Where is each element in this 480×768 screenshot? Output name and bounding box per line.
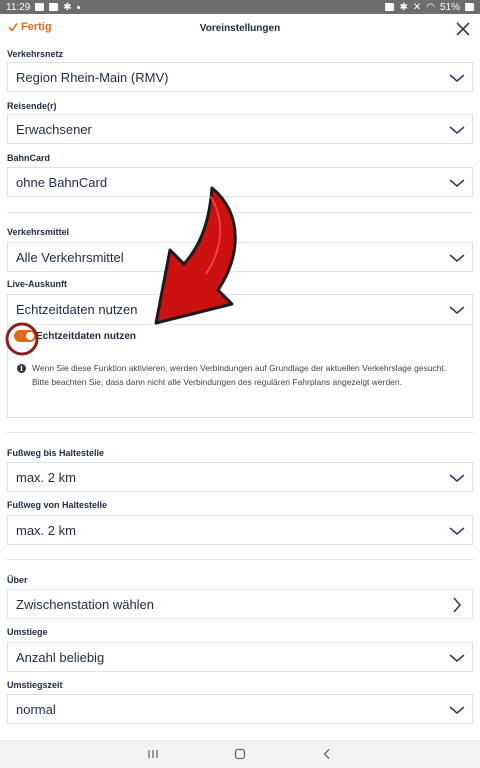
chevron-down-icon — [449, 179, 465, 187]
status-time: 11:29 — [6, 1, 31, 13]
mute-icon: ✕ — [412, 1, 422, 13]
value-verkehrsnetz: Region Rhein-Main (RMV) — [16, 69, 169, 85]
youtube-icon — [49, 3, 59, 11]
section-divider — [7, 212, 473, 213]
label-fussweg-von: Fußweg von Haltestelle — [7, 500, 108, 510]
recent-apps-icon — [148, 750, 158, 758]
select-bahncard[interactable]: ohne BahnCard — [7, 167, 473, 197]
label-live-auskunft: Live-Auskunft — [7, 279, 68, 289]
section-divider — [7, 432, 473, 433]
value-reisende: Erwachsener — [16, 121, 92, 137]
value-fussweg-von: max. 2 km — [16, 522, 76, 538]
chevron-down-icon — [449, 74, 465, 82]
toggle-knob — [26, 332, 34, 340]
pinwheel-icon: ✱ — [63, 1, 72, 13]
realtime-toggle-label: Echtzeitdaten nutzen — [36, 331, 137, 342]
android-nav-bar — [0, 740, 480, 768]
chevron-down-icon — [449, 654, 465, 662]
back-button[interactable] — [319, 746, 335, 762]
home-button[interactable] — [232, 746, 248, 762]
chevron-down-icon — [449, 474, 465, 482]
live-auskunft-panel: Echtzeitdaten nutzen Echtzeitdaten nutze… — [7, 294, 473, 418]
chevron-down-icon — [449, 254, 465, 262]
section-divider — [7, 559, 473, 560]
notification-icon — [35, 3, 45, 11]
label-verkehrsnetz: Verkehrsnetz — [7, 49, 64, 59]
realtime-info-text: Wenn Sie diese Funktion aktivieren, werd… — [32, 363, 447, 387]
value-ueber: Zwischenstation wählen — [16, 596, 155, 612]
value-bahncard: ohne BahnCard — [16, 174, 108, 190]
close-icon[interactable] — [454, 20, 472, 38]
label-reisende: Reisende(r) — [7, 101, 57, 111]
value-fussweg-bis: max. 2 km — [16, 469, 76, 485]
page-title: Voreinstellungen — [199, 23, 281, 34]
value-umstiege: Anzahl beliebig — [16, 649, 105, 665]
label-umstiege: Umstiege — [7, 627, 48, 637]
recent-apps-button[interactable] — [145, 746, 161, 762]
alarm-icon — [385, 3, 395, 11]
chevron-down-icon — [449, 706, 465, 714]
value-live-auskunft: Echtzeitdaten nutzen — [16, 302, 138, 317]
select-umstiegszeit[interactable]: normal — [7, 694, 473, 724]
settings-content: Verkehrsnetz Region Rhein-Main (RMV) Rei… — [0, 44, 480, 740]
select-verkehrsmittel[interactable]: Alle Verkehrsmittel — [7, 242, 473, 272]
app-header: Fertig Voreinstellungen — [0, 14, 480, 44]
label-fussweg-bis: Fußweg bis Haltestelle — [7, 448, 105, 458]
select-reisende[interactable]: Erwachsener — [7, 114, 473, 144]
chevron-down-icon — [449, 126, 465, 134]
label-ueber: Über — [7, 575, 28, 585]
back-icon — [323, 749, 330, 759]
value-verkehrsmittel: Alle Verkehrsmittel — [16, 249, 124, 265]
select-ueber[interactable]: Zwischenstation wählen — [7, 589, 473, 619]
more-notifications-icon — [76, 5, 80, 9]
info-icon: i — [17, 364, 26, 373]
select-fussweg-bis[interactable]: max. 2 km — [7, 462, 473, 492]
select-live-auskunft[interactable]: Echtzeitdaten nutzen — [8, 295, 472, 325]
battery-icon — [465, 3, 474, 11]
chevron-down-icon — [449, 306, 465, 314]
wifi-icon: ◠ — [426, 1, 435, 13]
battery-level: 51% — [439, 1, 460, 13]
label-umstiegszeit: Umstiegszeit — [7, 680, 63, 690]
select-umstiege[interactable]: Anzahl beliebig — [7, 642, 473, 672]
select-verkehrsnetz[interactable]: Region Rhein-Main (RMV) — [7, 62, 473, 92]
home-icon — [234, 748, 246, 760]
label-bahncard: BahnCard — [7, 153, 51, 163]
status-bar: 11:29 ✱ ✱ ✕ ◠ 51% — [0, 0, 480, 14]
select-fussweg-von[interactable]: max. 2 km — [7, 515, 473, 545]
realtime-toggle[interactable] — [14, 330, 36, 342]
chevron-down-icon — [449, 527, 465, 535]
chevron-right-icon — [453, 597, 461, 613]
value-umstiegszeit: normal — [16, 701, 56, 717]
bluetooth-icon: ✱ — [399, 1, 408, 13]
label-verkehrsmittel: Verkehrsmittel — [7, 227, 70, 237]
